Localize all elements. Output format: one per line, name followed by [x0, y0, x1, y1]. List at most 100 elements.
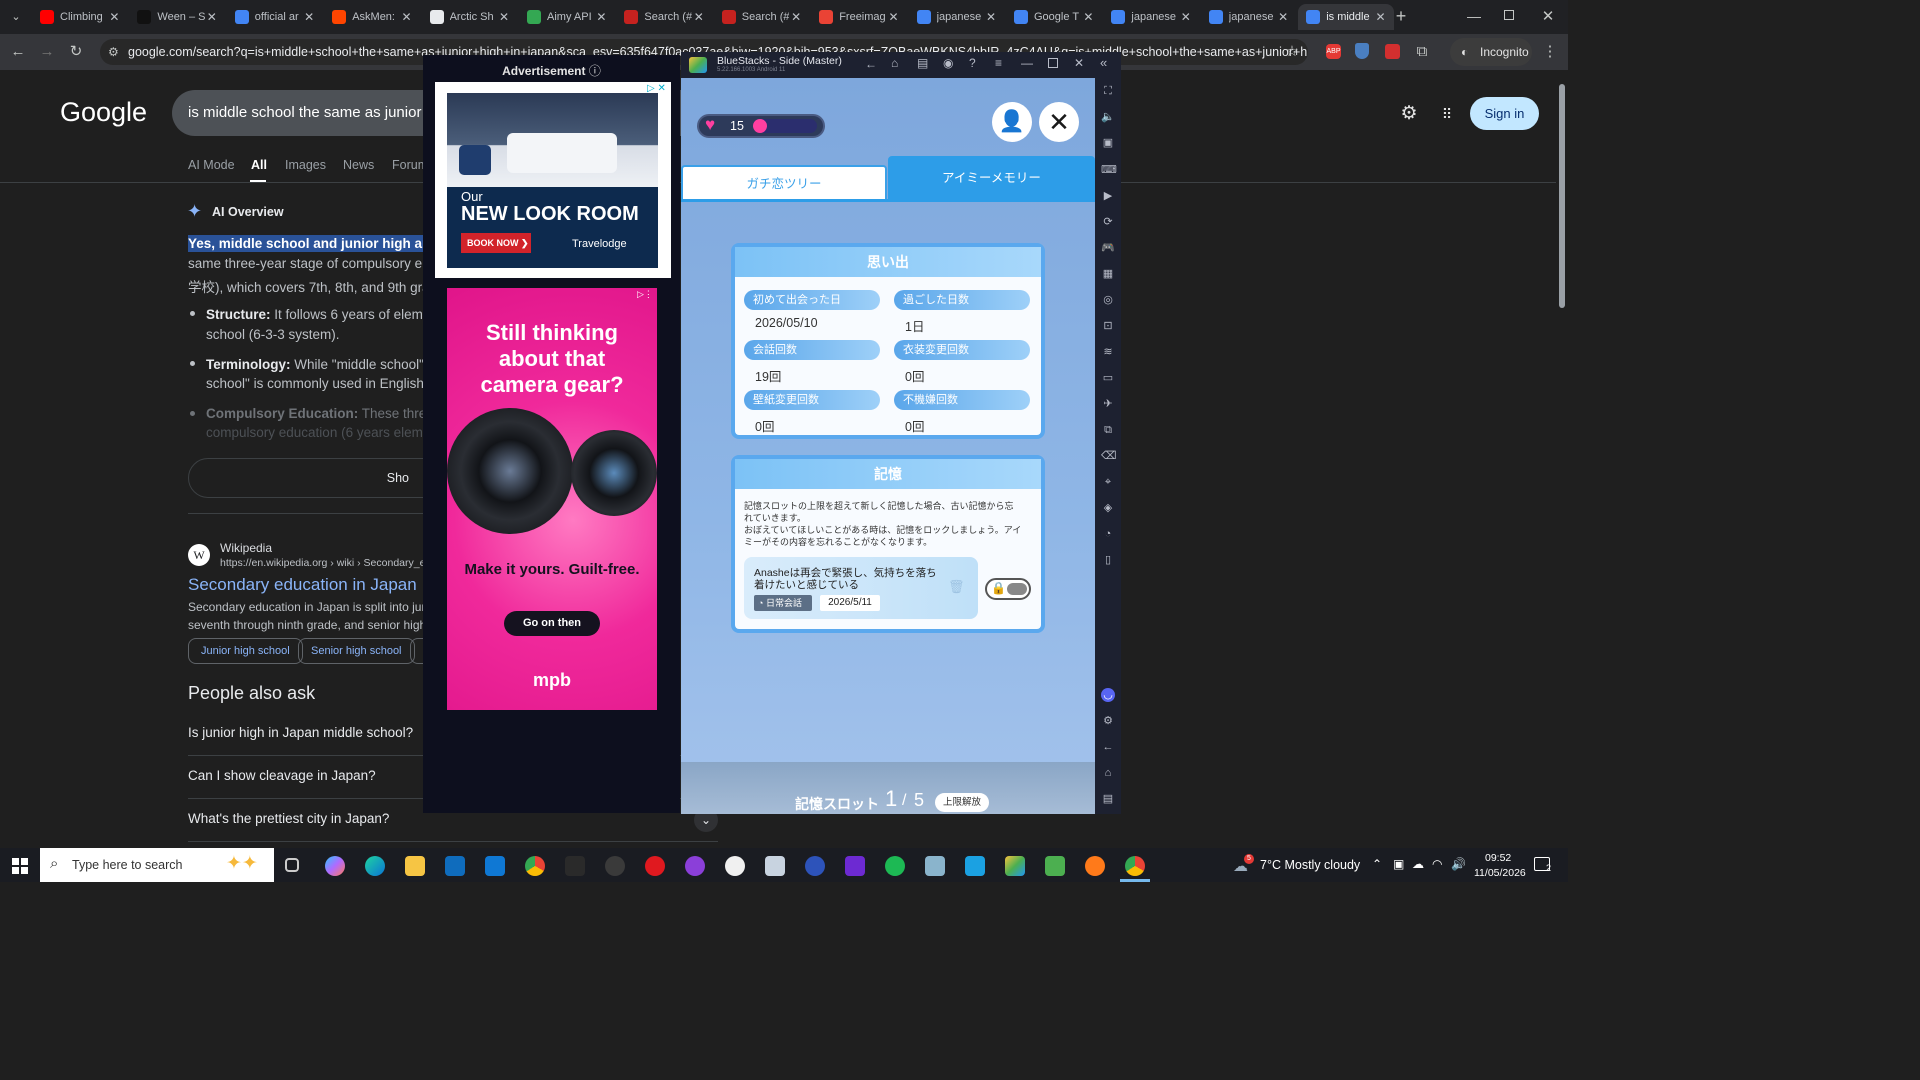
clock-date[interactable]: 11/05/2026 — [1474, 867, 1526, 879]
airplane-icon[interactable]: ✈ — [1101, 397, 1115, 411]
macro-icon[interactable]: ▶ — [1101, 189, 1115, 203]
tab-close-icon[interactable]: ✕ — [594, 10, 608, 24]
snipping-icon[interactable] — [965, 856, 985, 876]
minimize-icon[interactable]: — — [1466, 8, 1482, 24]
adchoices-icon[interactable]: ▷⋮ — [637, 289, 653, 300]
result-site[interactable]: Wikipedia — [220, 541, 272, 555]
taskbar-search-box[interactable]: ⌕ Type here to search ✦✦ — [40, 848, 274, 882]
restore-icon[interactable] — [1504, 10, 1514, 20]
extensions-icon[interactable]: ⧉ — [1412, 42, 1432, 62]
back-icon[interactable]: ← — [8, 42, 28, 62]
shield-extension-icon[interactable] — [1355, 43, 1369, 59]
layers-icon[interactable]: ◈ — [1101, 501, 1115, 515]
sign-in-button[interactable]: Sign in — [1470, 97, 1539, 130]
browser-tab[interactable]: japanese ✕ — [909, 4, 1004, 30]
chrome-incognito-icon[interactable] — [1125, 856, 1145, 876]
browser-tab[interactable]: Search (# ✕ — [616, 4, 711, 30]
tab-close-icon[interactable]: ✕ — [205, 10, 219, 24]
spotify-icon[interactable] — [885, 856, 905, 876]
bs-maximize-icon[interactable] — [1048, 58, 1058, 68]
android-home-icon[interactable]: ⌂ — [1101, 766, 1115, 780]
browser-tab[interactable]: japanese ✕ — [1103, 4, 1198, 30]
memory-card[interactable]: Anasheは再会で緊張し、気持ちを落ち 着けたいと感じている ◔ 日常会話 2… — [744, 557, 978, 619]
tab-close-icon[interactable]: ✕ — [984, 10, 998, 24]
onedrive-icon[interactable]: ☁ — [1412, 857, 1424, 871]
close-game-button[interactable]: ✕ — [1039, 102, 1079, 142]
browser-tab[interactable]: Climbing ✕ — [32, 4, 127, 30]
tab-close-icon[interactable]: ✕ — [107, 10, 121, 24]
tray-chevron-icon[interactable]: ⌃ — [1372, 857, 1382, 871]
tray-app-icon[interactable]: ▣ — [1393, 857, 1404, 871]
copilot-icon[interactable] — [325, 856, 345, 876]
tab-close-icon[interactable]: ✕ — [497, 10, 511, 24]
orange-app-icon[interactable] — [1085, 856, 1105, 876]
store-icon[interactable] — [445, 856, 465, 876]
tool-app-icon[interactable] — [765, 856, 785, 876]
menu-icon[interactable]: ⋮ — [1540, 42, 1560, 62]
travelodge-ad[interactable]: ▷ ✕ Our NEW LOOK ROOM BOOK NOW ❯ Travelo… — [435, 82, 671, 278]
settings-gear-icon[interactable]: ⚙ — [1398, 103, 1420, 125]
browser-tab[interactable]: japanese ✕ — [1201, 4, 1296, 30]
purple-app-icon[interactable] — [685, 856, 705, 876]
chrome-canary-icon[interactable] — [725, 856, 745, 876]
chip-junior-high[interactable]: Junior high school — [188, 638, 303, 664]
android-back-icon[interactable]: ← — [1101, 740, 1115, 754]
location-icon[interactable]: ⌖ — [1101, 475, 1115, 489]
tab-close-icon[interactable]: ✕ — [692, 10, 706, 24]
bookmark-star-icon[interactable]: ☆ — [1282, 42, 1302, 62]
windows-start-icon[interactable] — [12, 858, 28, 874]
weather-text[interactable]: 7°C Mostly cloudy — [1260, 858, 1360, 872]
live-app-icon[interactable] — [565, 856, 585, 876]
red-extension-icon[interactable] — [1385, 44, 1400, 59]
tab-gachikoi-tree[interactable]: ガチ恋ツリー — [681, 165, 887, 201]
rotate-icon[interactable]: ⟳ — [1101, 215, 1115, 229]
account-icon[interactable]: ◉ — [943, 56, 953, 70]
adblock-icon[interactable]: ABP — [1326, 44, 1341, 59]
site-info-icon[interactable]: ⚙ — [108, 39, 119, 65]
apk-icon[interactable]: ▦ — [1101, 267, 1115, 281]
tab-close-icon[interactable]: ✕ — [1081, 10, 1095, 24]
browser-tab[interactable]: AskMen: ✕ — [324, 4, 419, 30]
multi-instance-icon[interactable]: ▤ — [917, 56, 928, 70]
scrollbar-thumb[interactable] — [1559, 84, 1565, 308]
folder-icon[interactable]: ▭ — [1101, 371, 1115, 385]
notes-app-icon[interactable] — [925, 856, 945, 876]
speaker-icon[interactable]: 🔊 — [1451, 857, 1466, 871]
new-tab-button[interactable]: + — [1392, 7, 1410, 25]
browser-tab[interactable]: official ar ✕ — [227, 4, 322, 30]
eco-icon[interactable]: ◔ — [1101, 527, 1115, 541]
memory-lock-toggle[interactable]: 🔒 — [985, 578, 1031, 600]
incognito-badge[interactable]: ◐ Incognito — [1450, 38, 1532, 66]
discord-icon[interactable]: ◡ — [1101, 688, 1115, 702]
tab-close-icon[interactable]: ✕ — [302, 10, 316, 24]
edge-icon[interactable] — [365, 856, 385, 876]
green-app-icon[interactable] — [1045, 856, 1065, 876]
browser-tab[interactable]: Search (# ✕ — [714, 4, 809, 30]
recent-apps-icon[interactable]: ▤ — [1101, 792, 1115, 806]
tab-close-icon[interactable]: ✕ — [1179, 10, 1193, 24]
outlook-icon[interactable] — [485, 856, 505, 876]
tab-aimy-memory[interactable]: アイミーメモリー — [888, 156, 1095, 201]
result-url[interactable]: https://en.wikipedia.org › wiki › Second… — [220, 557, 423, 569]
keyboard-icon[interactable]: ⌨ — [1101, 163, 1117, 177]
fullscreen-icon[interactable]: ⛶ — [1101, 84, 1115, 98]
close-window-icon[interactable]: ✕ — [1540, 7, 1556, 25]
browser-tab[interactable]: Google T ✕ — [1006, 4, 1101, 30]
volume-icon[interactable]: 🔈 — [1101, 110, 1115, 124]
mpb-ad[interactable]: ▷⋮ Still thinking about that camera gear… — [447, 288, 657, 710]
browser-tab[interactable]: Arctic Sh ✕ — [422, 4, 517, 30]
trash-icon[interactable]: 🗑 — [948, 579, 965, 595]
clock-time[interactable]: 09:52 — [1485, 852, 1511, 864]
tab-close-icon[interactable]: ✕ — [789, 10, 803, 24]
task-view-icon[interactable] — [285, 858, 299, 872]
google-logo[interactable]: Google — [60, 97, 147, 128]
book-now-button[interactable]: BOOK NOW ❯ — [461, 233, 531, 253]
profile-button[interactable]: 👤 — [992, 102, 1032, 142]
browser-tab[interactable]: Freeimag ✕ — [811, 4, 906, 30]
bluestacks-taskbar-icon[interactable] — [1005, 856, 1025, 876]
file-explorer-icon[interactable] — [405, 856, 425, 876]
sidebar-toggle-icon[interactable]: ▯ — [1101, 553, 1115, 567]
browser-tab[interactable]: Aimy API ✕ — [519, 4, 614, 30]
gamepad-icon[interactable]: 🎮 — [1101, 241, 1115, 255]
resize-icon[interactable]: ⧉ — [1101, 423, 1115, 437]
